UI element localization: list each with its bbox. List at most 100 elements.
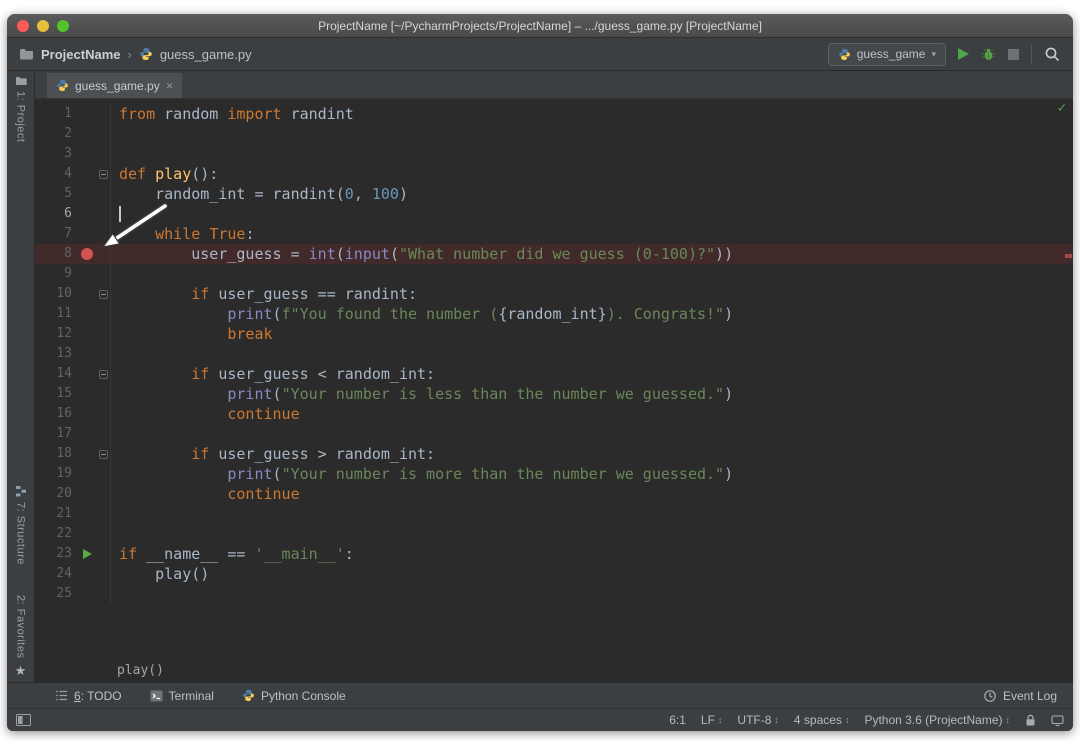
tool-window-label: 1: Project (14, 91, 27, 143)
code-line[interactable]: 3 (35, 144, 1073, 164)
code-line[interactable]: 9 (35, 264, 1073, 284)
line-number[interactable]: 14 (35, 364, 77, 384)
line-number[interactable]: 21 (35, 504, 77, 524)
code-line[interactable]: 23 if __name__ == '__main__': (35, 544, 1073, 564)
code-line[interactable]: 6 (35, 204, 1073, 224)
line-number[interactable]: 18 (35, 444, 77, 464)
line-number[interactable]: 2 (35, 124, 77, 144)
error-stripe-mark[interactable] (1065, 254, 1072, 258)
title-bar[interactable]: ProjectName [~/PycharmProjects/ProjectNa… (7, 14, 1073, 38)
code-line[interactable]: 8 user_guess = int(input("What number di… (35, 244, 1073, 264)
navigation-bar: ProjectName › guess_game.py guess_game ▾ (7, 38, 1073, 71)
tool-window-button-project[interactable]: 1: Project (15, 76, 27, 142)
gutter-space (77, 304, 97, 324)
highlighting-level-icon[interactable] (1051, 714, 1064, 727)
line-number[interactable]: 5 (35, 184, 77, 204)
line-number[interactable]: 23 (35, 544, 77, 564)
line-number[interactable]: 12 (35, 324, 77, 344)
close-window-button[interactable] (17, 19, 29, 32)
code-line[interactable]: 4 def play(): (35, 164, 1073, 184)
tool-window-button-structure[interactable]: 7: Structure (15, 485, 27, 565)
breadcrumb-project[interactable]: ProjectName (41, 47, 120, 62)
inspection-ok-icon[interactable]: ✓ (1058, 100, 1066, 116)
line-number[interactable]: 19 (35, 464, 77, 484)
code-line[interactable]: 15 print("Your number is less than the n… (35, 384, 1073, 404)
run-gutter-icon[interactable] (77, 544, 97, 564)
fold-marker[interactable] (97, 164, 111, 184)
line-number[interactable]: 13 (35, 344, 77, 364)
line-number[interactable]: 22 (35, 524, 77, 544)
breadcrumb-file[interactable]: guess_game.py (160, 47, 252, 62)
context-breadcrumb[interactable]: play() (117, 663, 164, 678)
editor-tab[interactable]: guess_game.py × (47, 73, 183, 98)
run-button[interactable] (958, 48, 969, 60)
search-icon[interactable] (1044, 46, 1061, 63)
gutter-space (77, 284, 97, 304)
line-number[interactable]: 24 (35, 564, 77, 584)
lock-icon[interactable] (1025, 714, 1036, 727)
todo-tool-button[interactable]: 6: TODO (55, 689, 122, 703)
favorites-star-icon[interactable]: ★ (15, 664, 27, 678)
close-tab-icon[interactable]: × (166, 79, 174, 92)
minimize-window-button[interactable] (37, 19, 49, 32)
run-configuration-select[interactable]: guess_game ▾ (827, 42, 946, 66)
code-line[interactable]: 18 if user_guess > random_int: (35, 444, 1073, 464)
line-number[interactable]: 7 (35, 224, 77, 244)
line-number[interactable]: 25 (35, 584, 77, 604)
debug-button[interactable] (981, 47, 996, 62)
python-console-tool-button[interactable]: Python Console (242, 689, 346, 703)
code-line[interactable]: 11 print(f"You found the number ({random… (35, 304, 1073, 324)
stop-button[interactable] (1008, 48, 1019, 60)
line-number[interactable]: 11 (35, 304, 77, 324)
python-file-icon (56, 79, 69, 92)
code-line[interactable]: 16 continue (35, 404, 1073, 424)
line-number[interactable]: 9 (35, 264, 77, 284)
code-line[interactable]: 25 (35, 584, 1073, 604)
line-number[interactable]: 8 (35, 244, 77, 264)
tool-window-button-favorites[interactable]: 2: Favorites (15, 595, 27, 658)
fold-marker[interactable] (97, 284, 111, 304)
code-text: print("Your number is more than the numb… (111, 464, 733, 484)
gutter-space (77, 204, 97, 224)
code-line[interactable]: 20 continue (35, 484, 1073, 504)
python-console-icon (242, 689, 255, 702)
breakpoint-dot[interactable] (77, 244, 97, 264)
line-number[interactable]: 20 (35, 484, 77, 504)
event-log-button[interactable]: Event Log (983, 689, 1057, 703)
line-number[interactable]: 1 (35, 104, 77, 124)
code-line[interactable]: 12 break (35, 324, 1073, 344)
caret-position-widget[interactable]: 6:1 (669, 713, 686, 727)
line-number[interactable]: 15 (35, 384, 77, 404)
tool-window-toggle-icon[interactable] (16, 714, 31, 726)
terminal-tool-button[interactable]: Terminal (150, 689, 214, 703)
code-line[interactable]: 1 from random import randint (35, 104, 1073, 124)
line-number[interactable]: 17 (35, 424, 77, 444)
code-line[interactable]: 17 (35, 424, 1073, 444)
code-line[interactable]: 7 while True: (35, 224, 1073, 244)
code-line[interactable]: 13 (35, 344, 1073, 364)
line-number[interactable]: 3 (35, 144, 77, 164)
encoding-widget[interactable]: UTF-8 ↕ (737, 713, 779, 727)
gutter-fold-space (97, 184, 111, 204)
line-number[interactable]: 4 (35, 164, 77, 184)
code-editor[interactable]: 1 from random import randint 2 3 4 def play()… (35, 99, 1073, 659)
maximize-window-button[interactable] (57, 19, 69, 32)
code-line[interactable]: 5 random_int = randint(0, 100) (35, 184, 1073, 204)
line-ending-widget[interactable]: LF ↕ (701, 713, 723, 727)
code-line[interactable]: 24 play() (35, 564, 1073, 584)
fold-marker[interactable] (97, 444, 111, 464)
indent-widget[interactable]: 4 spaces ↕ (794, 713, 850, 727)
line-number[interactable]: 6 (35, 204, 77, 224)
interpreter-widget[interactable]: Python 3.6 (ProjectName) ↕ (864, 713, 1010, 727)
code-line[interactable]: 14 if user_guess < random_int: (35, 364, 1073, 384)
fold-marker[interactable] (97, 364, 111, 384)
line-number[interactable]: 16 (35, 404, 77, 424)
line-number[interactable]: 10 (35, 284, 77, 304)
code-line[interactable]: 10 if user_guess == randint: (35, 284, 1073, 304)
code-token: if (191, 445, 210, 463)
code-line[interactable]: 2 (35, 124, 1073, 144)
code-line[interactable]: 21 (35, 504, 1073, 524)
code-line[interactable]: 22 (35, 524, 1073, 544)
code-line[interactable]: 19 print("Your number is more than the n… (35, 464, 1073, 484)
